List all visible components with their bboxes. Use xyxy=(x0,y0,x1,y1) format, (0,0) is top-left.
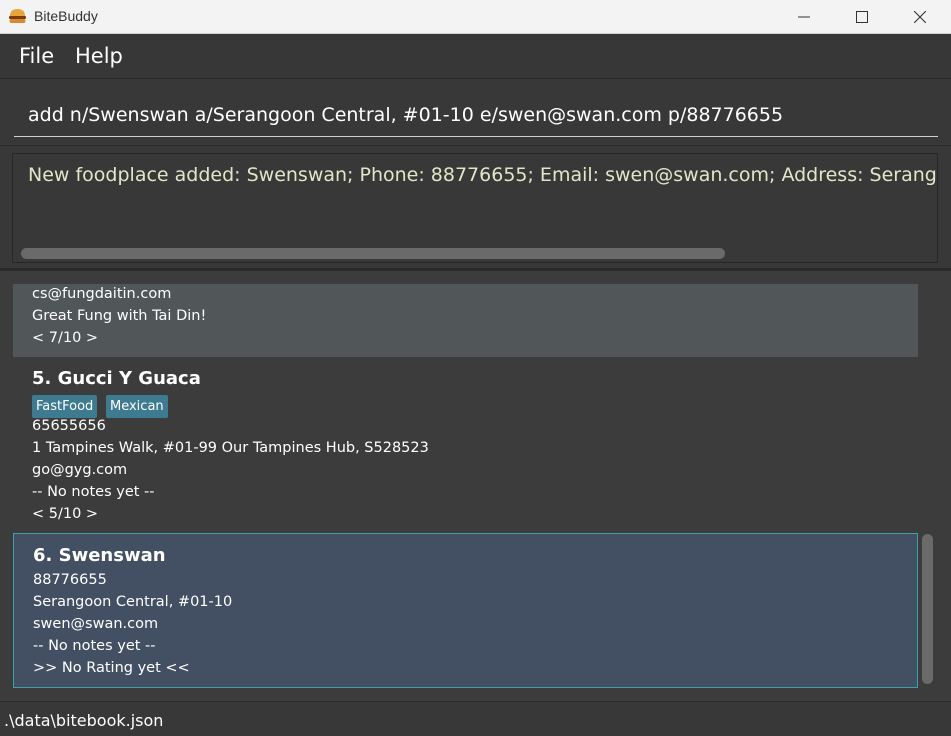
menu-file[interactable]: File xyxy=(19,44,54,68)
card-phone: 65655656 xyxy=(32,418,106,434)
close-button[interactable] xyxy=(891,0,949,34)
result-message: New foodplace added: Swenswan; Phone: 88… xyxy=(28,164,937,186)
card-rating: < 5/10 > xyxy=(32,506,99,522)
horizontal-scrollbar[interactable] xyxy=(13,244,937,262)
card-email: cs@fungdaitin.com xyxy=(32,286,172,302)
foodplace-list: cs@fungdaitin.com Great Fung with Tai Di… xyxy=(0,271,951,701)
menu-bar: File Help xyxy=(0,35,951,79)
card-rating: >> No Rating yet << xyxy=(33,660,190,676)
status-bar: .\data\bitebook.json xyxy=(0,701,951,736)
command-box xyxy=(0,80,951,146)
tag-badge: FastFood xyxy=(32,395,98,418)
card-email: swen@swan.com xyxy=(33,616,159,632)
card-note: -- No notes yet -- xyxy=(33,638,156,654)
data-file-path: .\data\bitebook.json xyxy=(4,711,164,730)
command-input[interactable] xyxy=(14,93,938,137)
menu-help[interactable]: Help xyxy=(75,44,123,68)
list-item[interactable]: 5. Gucci Y Guaca FastFood Mexican 656556… xyxy=(13,357,918,533)
tag-badge: Mexican xyxy=(106,395,168,418)
card-phone: 88776655 xyxy=(33,572,107,588)
card-email: go@gyg.com xyxy=(32,462,128,478)
card-name: 5. Gucci Y Guaca xyxy=(32,368,201,389)
minimize-icon xyxy=(798,16,810,18)
minimize-button[interactable] xyxy=(775,0,833,34)
card-rating: < 7/10 > xyxy=(32,330,99,346)
card-address: Serangoon Central, #01-10 xyxy=(33,594,233,610)
vertical-scroll-thumb[interactable] xyxy=(922,534,933,684)
maximize-icon xyxy=(856,11,868,23)
burger-icon xyxy=(9,9,26,23)
card-note: -- No notes yet -- xyxy=(32,484,155,500)
list-item[interactable]: cs@fungdaitin.com Great Fung with Tai Di… xyxy=(13,284,918,357)
close-icon xyxy=(914,11,926,23)
horizontal-scroll-thumb[interactable] xyxy=(21,248,725,259)
card-address: 1 Tampines Walk, #01-99 Our Tampines Hub… xyxy=(32,440,429,456)
title-bar: BiteBuddy xyxy=(0,0,951,34)
card-name: 6. Swenswan xyxy=(33,545,166,566)
list-item-selected[interactable]: 6. Swenswan 88776655 Serangoon Central, … xyxy=(13,533,918,688)
window-title: BiteBuddy xyxy=(34,8,98,24)
result-display: New foodplace added: Swenswan; Phone: 88… xyxy=(12,153,938,263)
card-note: Great Fung with Tai Din! xyxy=(32,308,207,324)
maximize-button[interactable] xyxy=(833,0,891,34)
